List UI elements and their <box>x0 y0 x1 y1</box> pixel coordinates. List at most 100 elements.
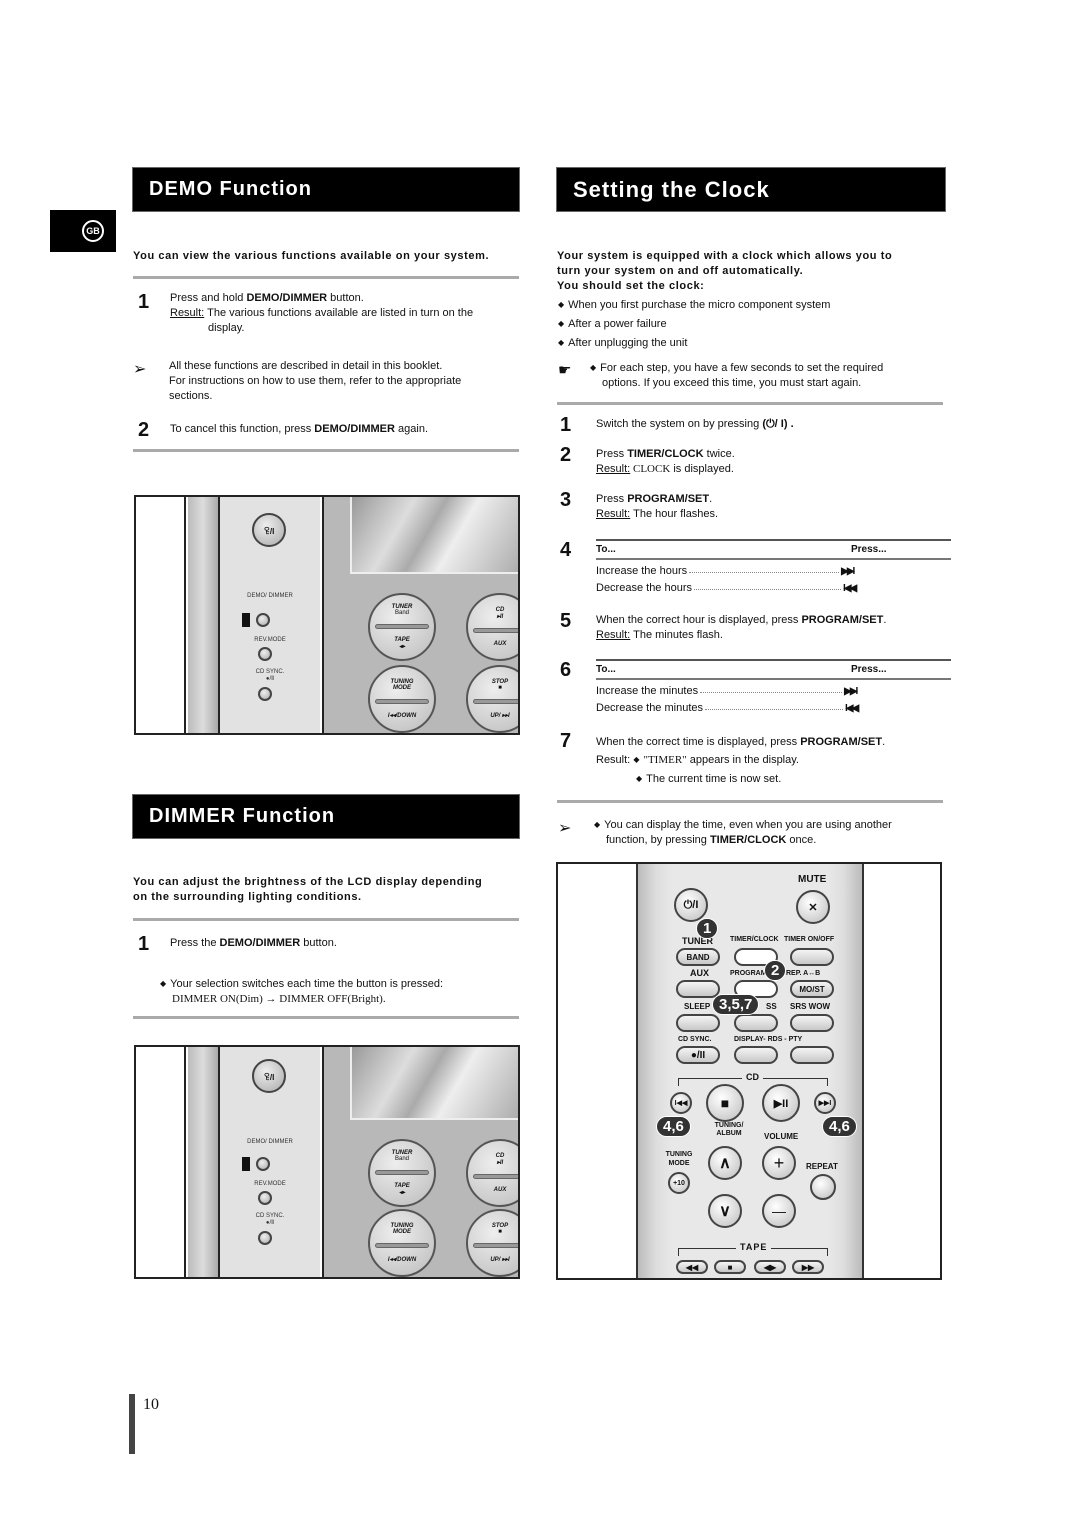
sleep-button <box>676 1014 720 1032</box>
next-button: ▶▶I <box>814 1092 836 1114</box>
divider <box>133 276 519 279</box>
rewind-icon: ◀◀ <box>685 1262 699 1272</box>
power-button: ⏻/I <box>674 888 708 922</box>
repeat-label: REPEAT <box>806 1162 838 1171</box>
cd-sync-sub: ●/Ⅱ <box>265 676 275 682</box>
result-label: Result: <box>596 508 631 520</box>
tuning-mode-button: TUNING MODE I◂◂/DOWN <box>368 1209 436 1277</box>
dimmer-function-header: DIMMER Function <box>132 794 520 839</box>
intro-line: You should set the clock: <box>557 280 705 292</box>
plus-icon: + <box>773 1152 785 1173</box>
power-label: ꄗ/I <box>263 1072 275 1082</box>
page-number-bar <box>129 1394 135 1454</box>
button-name: DEMO/DIMMER <box>314 423 395 435</box>
dimmer-off-label: DIMMER OFF(Bright). <box>279 993 386 1005</box>
table-header: To... Press... <box>596 539 951 560</box>
mode-label: MODE <box>393 1229 411 1235</box>
power-icon: ⏻/I <box>683 898 699 911</box>
step-text: Press <box>596 448 628 460</box>
rev-mode-label: REV.MODE <box>254 637 286 643</box>
demo-step-1: 1 Press and hold DEMO/DIMMER button. Res… <box>138 291 473 336</box>
stop-sub: ■ <box>498 1229 502 1235</box>
setting-clock-title: Setting the Clock <box>573 176 770 202</box>
clock-bullets: When you first purchase the micro compon… <box>558 296 830 353</box>
dimmer-bullet: Your selection switches each time the bu… <box>160 977 443 1007</box>
table-header: To... Press... <box>596 659 951 680</box>
arrow-icon: → <box>265 993 277 1005</box>
tip-text: For each step, you have a few seconds to… <box>590 361 883 376</box>
table-row: Increase the hours ▶▶I <box>596 563 951 580</box>
tip-text: options. If you exceed this time, you mu… <box>602 377 862 389</box>
intro-line: Your system is equipped with a clock whi… <box>557 250 893 262</box>
divider <box>133 449 519 452</box>
demo-dimmer-label: DEMO/ DIMMER <box>247 1139 293 1145</box>
demo-dimmer-label: DEMO/ DIMMER <box>247 593 293 599</box>
step-number: 2 <box>560 444 572 466</box>
bullet-text: Your selection switches each time the bu… <box>160 977 443 992</box>
pointer-icon <box>242 1157 250 1171</box>
clock-step-6: 6 To... Press... Increase the minutes ▶▶I … <box>560 659 951 717</box>
language-badge: GB <box>50 210 116 252</box>
play-icon: ◀▶ <box>763 1262 777 1272</box>
bullet-item: When you first purchase the micro compon… <box>558 296 830 315</box>
tuning-album-label: TUNING/ ALBUM <box>714 1122 744 1137</box>
display-rds-pty-label: DISPLAY- RDS - PTY <box>734 1036 803 1043</box>
band-label: BAND <box>686 952 710 962</box>
step-number: 1 <box>138 291 150 313</box>
timer-clock-label: TIMER/CLOCK <box>730 936 779 943</box>
sleep-label: SLEEP <box>684 1002 711 1011</box>
result-label: Result: <box>596 629 631 641</box>
button-name: PROGRAM/SET <box>800 736 883 748</box>
cd-sync-label: CD SYNC. <box>678 1036 712 1043</box>
result-label: Result: <box>596 754 631 766</box>
step-text: again. <box>394 423 428 435</box>
button-name: TIMER/CLOCK <box>627 448 704 460</box>
tape-stop-button: ■ <box>714 1260 746 1274</box>
aux-label: AUX <box>493 641 507 647</box>
stop-icon: ■ <box>720 1095 730 1111</box>
power-button: ꄗ/I <box>252 1059 286 1093</box>
clock-intro: Your system is equipped with a clock whi… <box>557 249 947 294</box>
up-label: UP/ ▸▸I <box>490 713 510 719</box>
play-pause-icon: ▶II <box>773 1097 789 1110</box>
callout-step-46-right: 4,6 <box>822 1116 857 1137</box>
language-badge-label: GB <box>82 220 104 242</box>
mute-button: ✕ <box>796 890 830 924</box>
mode-label: MODE <box>393 685 411 691</box>
cd-sync-button <box>258 1231 272 1245</box>
display-button <box>734 1046 778 1064</box>
demo-intro: You can view the various functions avail… <box>133 250 490 262</box>
button-name: PROGRAM/SET <box>627 493 710 505</box>
note-text: You can display the time, even when you … <box>594 818 892 833</box>
bullet-item: After a power failure <box>558 315 830 334</box>
row-label: Increase the hours <box>596 565 688 577</box>
clock-step-4: 4 To... Press... Increase the hours ▶▶I De… <box>560 539 951 597</box>
result-label: Result: <box>596 463 631 475</box>
callout-step-46-left: 4,6 <box>656 1116 691 1137</box>
result-text: The various functions available are list… <box>204 307 474 319</box>
result-text: appears in the display. <box>686 754 799 766</box>
step-text: . <box>882 736 886 748</box>
step-number: 6 <box>560 659 572 681</box>
clock-step-5: 5 When the correct hour is displayed, pr… <box>560 610 886 643</box>
step-number: 2 <box>138 419 150 441</box>
note-text: All these functions are described in det… <box>169 360 443 372</box>
step-text: Press the <box>170 937 220 949</box>
pointing-hand-icon: ☛ <box>558 362 572 379</box>
cd-sub: ▸II <box>496 1160 504 1166</box>
repeat-button <box>810 1174 836 1200</box>
result-text: is displayed. <box>670 463 734 475</box>
step-text: . <box>709 493 713 505</box>
fast-forward-icon: ▶▶ <box>801 1262 815 1272</box>
aux-label: AUX <box>493 1187 507 1193</box>
clock-step-3: 3 Press PROGRAM/SET. Result: The hour fl… <box>560 489 718 522</box>
tape-play-button: ◀▶ <box>754 1260 786 1274</box>
power-symbol-icon: (⏻/ I) . <box>762 418 794 430</box>
column-press: Press... <box>851 664 887 675</box>
aux-button <box>676 980 720 998</box>
step-text: . <box>883 614 887 626</box>
demo-note: ➢ All these functions are described in d… <box>133 359 461 404</box>
band-button: BAND <box>676 948 720 966</box>
tape-sub: ◂▸ <box>398 644 406 650</box>
prev-button: I◀◀ <box>670 1092 692 1114</box>
